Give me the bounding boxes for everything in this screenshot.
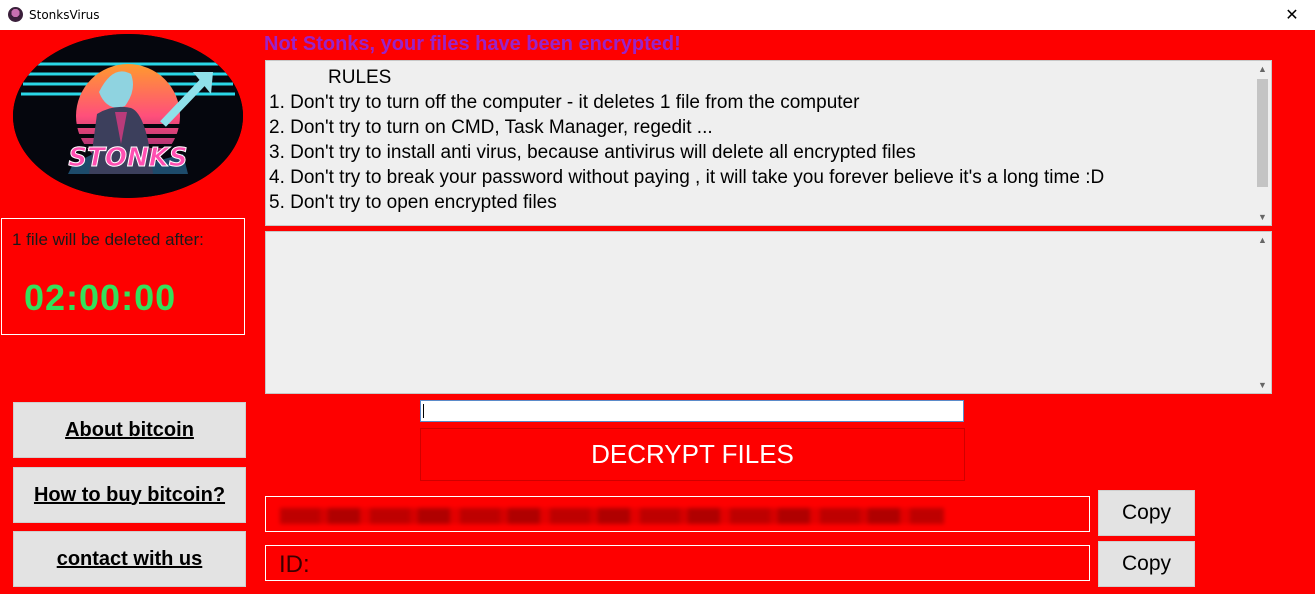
chevron-up-icon[interactable]: ▲ — [1254, 61, 1271, 77]
rules-text: RULES 1. Don't try to turn off the compu… — [269, 65, 1104, 215]
title-bar: StonksVirus ✕ — [0, 0, 1315, 30]
scroll-thumb[interactable] — [1257, 79, 1268, 187]
rule-item: 1. Don't try to turn off the computer - … — [269, 92, 860, 113]
ransom-headline: Not Stonks, your files have been encrypt… — [264, 33, 681, 55]
window-title: StonksVirus — [29, 8, 100, 22]
app-icon — [8, 7, 23, 22]
timer-label: 1 file will be deleted after: — [12, 230, 204, 249]
id-field[interactable]: ID: — [265, 545, 1090, 581]
deletion-timer-panel: 1 file will be deleted after: 02:00:00 — [1, 218, 245, 335]
message-scrollbar[interactable]: ▲ ▼ — [1254, 232, 1271, 393]
copy-address-button[interactable]: Copy — [1098, 490, 1195, 536]
decrypt-files-button[interactable]: DECRYPT FILES — [420, 428, 965, 481]
decryption-key-input[interactable] — [420, 400, 964, 422]
chevron-down-icon[interactable]: ▼ — [1254, 209, 1271, 225]
bitcoin-address-field[interactable] — [265, 496, 1090, 532]
chevron-up-icon[interactable]: ▲ — [1254, 232, 1271, 248]
chevron-down-icon[interactable]: ▼ — [1254, 377, 1271, 393]
redacted-address — [280, 508, 944, 524]
rules-textbox[interactable]: RULES 1. Don't try to turn off the compu… — [265, 60, 1272, 226]
close-button[interactable]: ✕ — [1269, 0, 1315, 30]
rule-item: 2. Don't try to turn on CMD, Task Manage… — [269, 117, 713, 138]
logo-text: STONKS — [68, 143, 187, 173]
id-label: ID: — [279, 551, 310, 578]
rule-item: 5. Don't try to open encrypted files — [269, 192, 557, 213]
rules-title: RULES — [328, 67, 392, 88]
rule-item: 3. Don't try to install anti virus, beca… — [269, 142, 916, 163]
contact-button[interactable]: contact with us — [13, 531, 246, 587]
countdown-timer: 02:00:00 — [24, 277, 177, 318]
copy-id-button[interactable]: Copy — [1098, 541, 1195, 587]
message-textbox[interactable]: ▲ ▼ — [265, 231, 1272, 394]
about-bitcoin-button[interactable]: About bitcoin — [13, 402, 246, 458]
stonks-logo-art: STONKS — [13, 34, 243, 198]
rules-scrollbar[interactable]: ▲ ▼ — [1254, 61, 1271, 225]
stonks-logo: STONKS — [13, 34, 243, 198]
rule-item: 4. Don't try to break your password with… — [269, 167, 1105, 188]
text-caret — [423, 404, 424, 418]
how-to-buy-bitcoin-button[interactable]: How to buy bitcoin? — [13, 467, 246, 523]
